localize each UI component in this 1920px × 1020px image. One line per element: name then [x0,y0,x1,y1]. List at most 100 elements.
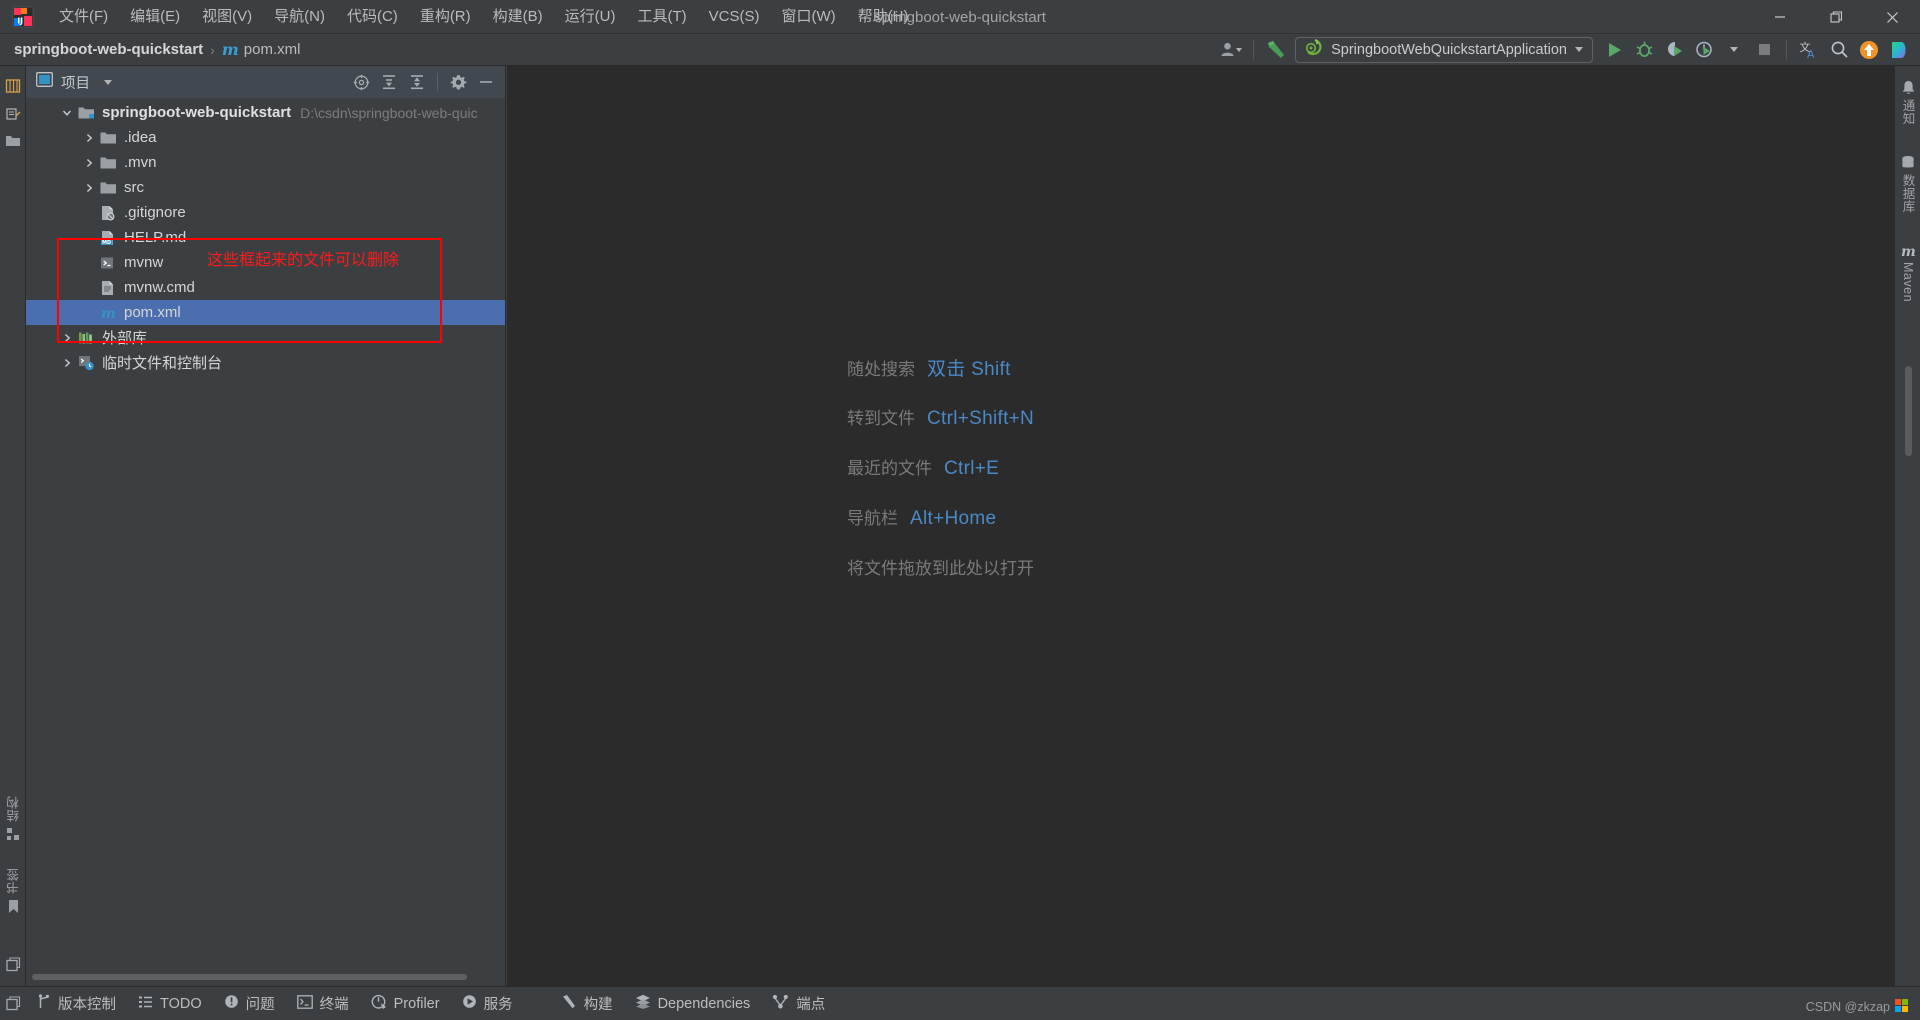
menu-run[interactable]: 运行(U) [554,3,627,31]
hide-panel-icon[interactable] [473,69,499,95]
project-view-icon [36,72,53,92]
editor-empty-area[interactable]: 随处搜索 双击 Shift 转到文件 Ctrl+Shift+N 最近的文件 Ct… [507,66,1894,986]
external-libraries-icon [78,331,96,345]
breadcrumb-file[interactable]: pom.xml [244,41,301,58]
breadcrumb-project[interactable]: springboot-web-quickstart [14,41,203,58]
scroll-from-source-icon[interactable] [348,69,374,95]
status-item-build[interactable]: 构建 [550,990,624,1018]
menu-file[interactable]: 文件(F) [48,3,119,31]
menu-code[interactable]: 代码(C) [336,3,409,31]
tree-row-mvn[interactable]: .mvn [26,150,505,175]
toolbar-divider-2 [1786,39,1787,60]
debug-icon[interactable] [1629,37,1659,63]
restore-icon[interactable] [1808,0,1864,34]
editor-scrollbar-thumb[interactable] [1905,366,1912,456]
tree-row-external-libraries[interactable]: 外部库 [26,325,505,350]
ide-assistant-icon[interactable] [1884,37,1914,63]
menu-navigate[interactable]: 导航(N) [263,3,336,31]
sidebar-item-structure[interactable]: 结构 [0,787,26,847]
tree-row-mvnwcmd[interactable]: mvnw.cmd [26,275,505,300]
layout-toggle-icon[interactable] [0,951,26,978]
status-item-version-control[interactable]: 版本控制 [26,990,127,1018]
menu-view[interactable]: 视图(V) [191,3,263,31]
menu-vcs[interactable]: VCS(S) [698,3,771,31]
sidebar-item-database[interactable]: 数据库 [1895,149,1920,219]
chevron-collapsed-icon[interactable] [78,158,100,168]
stop-icon[interactable] [1749,37,1779,63]
run-icon[interactable] [1599,37,1629,63]
chevron-collapsed-icon[interactable] [78,133,100,143]
status-item-problems[interactable]: 问题 [213,990,286,1018]
sidebar-item-project[interactable] [0,72,26,100]
status-item-services[interactable]: 服务 [451,990,524,1018]
chevron-collapsed-icon[interactable] [56,358,78,368]
chevron-expanded-icon[interactable] [56,108,78,118]
project-tree[interactable]: springboot-web-quickstart D:\csdn\spring… [26,98,505,970]
sidebar-item-notifications-label: 通知 [1900,99,1915,125]
minimize-icon[interactable] [1752,0,1808,34]
project-tool-window: 项目 springboot-web-quickstart D:\csdn\spr… [26,66,506,986]
hint-key-goto-file: Ctrl+Shift+N [927,408,1035,429]
status-item-terminal[interactable]: 终端 [286,990,360,1018]
tree-row-idea[interactable]: .idea [26,125,505,150]
status-item-todo[interactable]: TODO [127,990,213,1018]
status-item-profiler[interactable]: Profiler [360,990,451,1018]
svg-text:A: A [1807,48,1815,60]
menu-refactor[interactable]: 重构(R) [409,3,482,31]
sidebar-item-maven[interactable]: m Maven [1895,237,1920,308]
status-label-endpoints: 端点 [796,997,826,1013]
csdn-watermark: CSDN @zkzap [1806,999,1910,1014]
status-label-todo: TODO [160,995,202,1012]
menu-window[interactable]: 窗口(W) [770,3,846,31]
sidebar-item-structure-label: 结构 [6,796,21,822]
project-hscrollbar[interactable] [26,970,505,986]
sidebar-item-folder[interactable] [0,128,26,154]
sidebar-item-notifications[interactable]: 通知 [1895,74,1920,131]
vcs-branch-icon [37,993,51,1014]
status-layout-icon[interactable] [0,987,26,1020]
chevron-collapsed-icon[interactable] [56,333,78,343]
hint-label-search: 随处搜索 [847,360,915,379]
tree-row-pomxml[interactable]: m pom.xml [26,300,505,325]
tree-row-src[interactable]: src [26,175,505,200]
close-icon[interactable] [1864,0,1920,34]
toolbar-right-group: SpringbootWebQuickstartApplication 文 A [1216,36,1920,63]
settings-gear-icon[interactable] [445,69,471,95]
run-with-coverage-icon[interactable] [1659,37,1689,63]
profiler-icon[interactable] [1689,37,1719,63]
chevron-down-icon[interactable] [1575,47,1583,52]
update-project-icon[interactable] [1854,37,1884,63]
translate-icon[interactable]: 文 A [1794,37,1824,63]
collapse-all-icon[interactable] [404,69,430,95]
project-panel-header: 项目 [26,66,505,98]
toolbar-divider [1253,39,1255,60]
chevron-collapsed-icon[interactable] [78,183,100,193]
tree-row-gitignore[interactable]: .gitignore [26,200,505,225]
menu-help[interactable]: 帮助(H) [847,3,920,31]
chevron-down-icon[interactable] [104,79,112,85]
expand-all-icon[interactable] [376,69,402,95]
status-item-dependencies[interactable]: Dependencies [624,990,762,1018]
menu-tools[interactable]: 工具(T) [626,3,697,31]
user-account-icon[interactable] [1216,37,1246,63]
csdn-watermark-text: CSDN @zkzap [1805,999,1890,1014]
project-hscrollbar-thumb[interactable] [32,974,467,980]
spring-boot-icon [1304,38,1323,61]
svg-text:m: m [1901,244,1916,259]
tree-row-scratches[interactable]: 临时文件和控制台 [26,350,505,375]
profiler-dropdown-icon[interactable] [1719,37,1749,63]
sidebar-item-bookmarks[interactable]: 书签 [0,859,26,920]
run-configuration-selector[interactable]: SpringbootWebQuickstartApplication [1295,36,1593,63]
profiler-icon [371,994,387,1014]
search-everywhere-icon[interactable] [1824,37,1854,63]
menu-build[interactable]: 构建(B) [482,3,554,31]
tree-label-mvnwcmd: mvnw.cmd [124,279,195,296]
build-hammer-icon[interactable] [1261,37,1291,63]
sidebar-item-commit[interactable] [0,100,26,128]
editor-hints: 随处搜索 双击 Shift 转到文件 Ctrl+Shift+N 最近的文件 Ct… [847,354,1034,604]
menu-edit[interactable]: 编辑(E) [119,3,191,31]
tree-row-root[interactable]: springboot-web-quickstart D:\csdn\spring… [26,100,505,125]
todo-list-icon [138,995,153,1013]
status-item-endpoints[interactable]: 端点 [761,990,836,1018]
build-hammer-icon [561,994,577,1014]
